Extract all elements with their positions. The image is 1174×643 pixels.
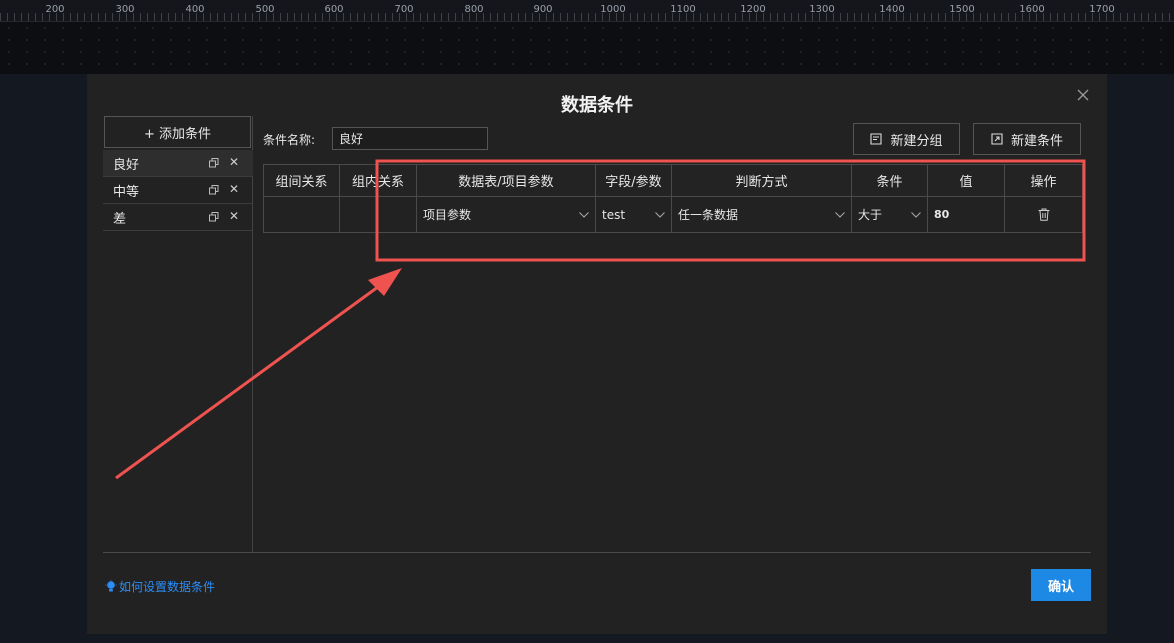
field-value: test — [602, 207, 626, 222]
chevron-down-icon — [835, 211, 845, 218]
action-cell — [1004, 196, 1083, 233]
condition-name-label: 条件名称: — [263, 133, 316, 147]
ruler-label: 1400 — [879, 4, 905, 15]
help-link-label: 如何设置数据条件 — [119, 580, 216, 594]
table-row: 项目参数 test 任一条数据 大于 80 — [263, 196, 1083, 233]
ruler-label: 1600 — [1019, 4, 1045, 15]
trash-icon[interactable] — [1038, 208, 1050, 221]
new-condition-button[interactable]: 新建条件 — [973, 123, 1081, 155]
ruler-label: 1200 — [740, 4, 766, 15]
column-header: 值 — [927, 164, 1005, 197]
copy-icon[interactable] — [209, 212, 219, 222]
value-text: 80 — [934, 208, 950, 221]
copy-icon[interactable] — [209, 185, 219, 195]
chevron-down-icon — [911, 211, 921, 218]
ruler-label: 400 — [185, 4, 205, 15]
condition-name-input[interactable]: 良好 — [332, 127, 488, 150]
condition-list: 良好 ✕ 中等 ✕ 差 ✕ — [103, 150, 253, 231]
footer-divider — [103, 552, 1091, 553]
column-header: 组间关系 — [263, 164, 340, 197]
ruler-label: 900 — [533, 4, 553, 15]
ruler-ticks — [0, 13, 1174, 21]
new-group-button[interactable]: 新建分组 — [853, 123, 960, 155]
source-select[interactable]: 项目参数 — [416, 196, 596, 233]
ruler-label: 500 — [255, 4, 275, 15]
new-group-label: 新建分组 — [890, 133, 943, 149]
condition-item[interactable]: 差 ✕ — [103, 204, 253, 231]
new-condition-icon — [991, 133, 1003, 145]
column-header: 条件 — [851, 164, 928, 197]
ruler-label: 1100 — [670, 4, 696, 15]
column-header: 判断方式 — [671, 164, 852, 197]
condition-list-pane: + 添加条件 良好 ✕ 中等 ✕ 差 ✕ — [103, 116, 253, 552]
ruler-label: 200 — [45, 4, 65, 15]
operator-select[interactable]: 大于 — [851, 196, 928, 233]
data-condition-dialog: 数据条件 + 添加条件 良好 ✕ 中等 ✕ 差 ✕ 条件名称: 良好 新建分组 … — [87, 74, 1107, 634]
condition-label: 良好 — [113, 157, 140, 173]
intra-group-cell[interactable] — [339, 196, 417, 233]
ruler-label: 1700 — [1089, 4, 1115, 15]
ruler-label: 1500 — [949, 4, 975, 15]
condition-label: 差 — [113, 211, 127, 227]
add-condition-button[interactable]: + 添加条件 — [104, 116, 251, 148]
table-header-row: 组间关系 组内关系 数据表/项目参数 字段/参数 判断方式 条件 值 操作 — [263, 164, 1083, 197]
column-header: 操作 — [1004, 164, 1083, 197]
lightbulb-icon — [105, 580, 117, 592]
delete-icon[interactable]: ✕ — [229, 182, 239, 196]
delete-icon[interactable]: ✕ — [229, 155, 239, 169]
ruler-label: 800 — [464, 4, 484, 15]
value-input[interactable]: 80 — [927, 196, 1005, 233]
close-icon[interactable] — [1075, 88, 1091, 104]
ruler-label: 300 — [115, 4, 135, 15]
column-header: 组内关系 — [339, 164, 417, 197]
source-value: 项目参数 — [423, 208, 472, 222]
condition-label: 中等 — [113, 184, 140, 200]
dialog-title: 数据条件 — [561, 95, 633, 116]
delete-icon[interactable]: ✕ — [229, 209, 239, 223]
condition-item[interactable]: 中等 ✕ — [103, 177, 253, 204]
field-select[interactable]: test — [595, 196, 672, 233]
operator-value: 大于 — [858, 208, 883, 222]
canvas-dots — [0, 22, 1174, 74]
method-select[interactable]: 任一条数据 — [671, 196, 852, 233]
column-header: 数据表/项目参数 — [416, 164, 596, 197]
confirm-button[interactable]: 确认 — [1031, 569, 1091, 601]
chevron-down-icon — [579, 211, 589, 218]
inter-group-cell[interactable] — [263, 196, 340, 233]
ruler-label: 700 — [394, 4, 414, 15]
ruler-label: 600 — [324, 4, 344, 15]
chevron-down-icon — [655, 211, 665, 218]
ruler-label: 1300 — [809, 4, 835, 15]
copy-icon[interactable] — [209, 158, 219, 168]
condition-item[interactable]: 良好 ✕ — [103, 150, 253, 177]
column-header: 字段/参数 — [595, 164, 672, 197]
ruler-label: 1000 — [600, 4, 626, 15]
new-group-icon — [870, 133, 883, 145]
method-value: 任一条数据 — [678, 208, 739, 222]
help-link[interactable]: 如何设置数据条件 — [105, 578, 215, 595]
top-ruler: 200 300 400 500 600 700 800 900 1000 110… — [0, 0, 1174, 22]
condition-table: 组间关系 组内关系 数据表/项目参数 字段/参数 判断方式 条件 值 操作 项目… — [263, 164, 1083, 233]
new-condition-label: 新建条件 — [1010, 133, 1063, 149]
